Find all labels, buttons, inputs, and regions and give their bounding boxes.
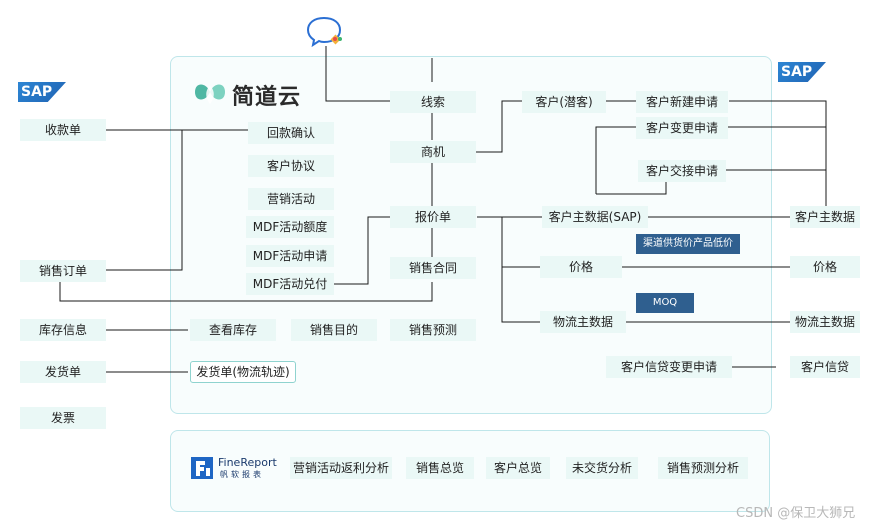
report-undelivered[interactable]: 未交货分析 [566,457,638,479]
sap-left-sales-order[interactable]: 销售订单 [20,260,106,282]
report-marketing-rebate[interactable]: 营销活动返利分析 [290,457,392,479]
sap-right-customer-master[interactable]: 客户主数据 [790,206,860,228]
sap-right-logistics-master[interactable]: 物流主数据 [790,311,860,333]
jiandaoyun-brand-name: 简道云 [232,85,302,110]
jdy-sales-goal[interactable]: 销售目的 [291,319,377,341]
jdy-mdf-quota[interactable]: MDF活动额度 [246,216,334,238]
watermark: CSDN @保卫大狮兄 [736,506,856,521]
jdy-logistics-master[interactable]: 物流主数据 [540,311,626,333]
jdy-customer-master-sap[interactable]: 客户主数据(SAP) [542,206,648,228]
leaf-logo-icon [195,84,225,104]
jdy-sales-forecast[interactable]: 销售预测 [390,319,476,341]
jdy-credit-change-apply[interactable]: 客户信贷变更申请 [606,356,732,378]
jdy-price[interactable]: 价格 [540,256,622,278]
jdy-mdf-redeem[interactable]: MDF活动兑付 [246,273,334,295]
jdy-quotation[interactable]: 报价单 [390,206,476,228]
sap-left-receipt[interactable]: 收款单 [20,119,106,141]
finereport-sub: 帆软报表 [220,470,264,479]
jdy-customer-agreement[interactable]: 客户协议 [248,155,334,177]
sap-right-credit[interactable]: 客户信贷 [790,356,860,378]
jdy-view-inventory[interactable]: 查看库存 [190,319,276,341]
finereport-name: FineReport [218,456,277,469]
jdy-customer-new-apply[interactable]: 客户新建申请 [636,91,728,113]
report-sales-forecast[interactable]: 销售预测分析 [658,457,748,479]
jdy-payment-confirm[interactable]: 回款确认 [248,122,334,144]
finereport-logo-icon [191,457,213,479]
jdy-customer-handover-apply[interactable]: 客户交接申请 [638,160,726,182]
jdy-sales-contract[interactable]: 销售合同 [390,257,476,279]
channel-price-tag: 渠道供货价产品低价 [636,234,740,254]
jdy-mdf-apply[interactable]: MDF活动申请 [246,245,334,267]
jdy-marketing-activity[interactable]: 营销活动 [248,188,334,210]
sap-right-price[interactable]: 价格 [790,256,860,278]
jdy-customer-change-apply[interactable]: 客户变更申请 [636,117,728,139]
sap-left-invoice[interactable]: 发票 [20,407,106,429]
report-sales-overview[interactable]: 销售总览 [406,457,474,479]
report-customer-overview[interactable]: 客户总览 [486,457,550,479]
chat-bubble-icon [306,16,342,48]
jdy-opportunity[interactable]: 商机 [390,141,476,163]
sap-left-delivery[interactable]: 发货单 [20,361,106,383]
jdy-lead[interactable]: 线索 [390,91,476,113]
jdy-customer-prospect[interactable]: 客户(潜客) [522,91,606,113]
sap-left-inventory[interactable]: 库存信息 [20,319,106,341]
jdy-delivery-tracking[interactable]: 发货单(物流轨迹) [190,361,296,383]
moq-tag: MOQ [636,293,694,313]
